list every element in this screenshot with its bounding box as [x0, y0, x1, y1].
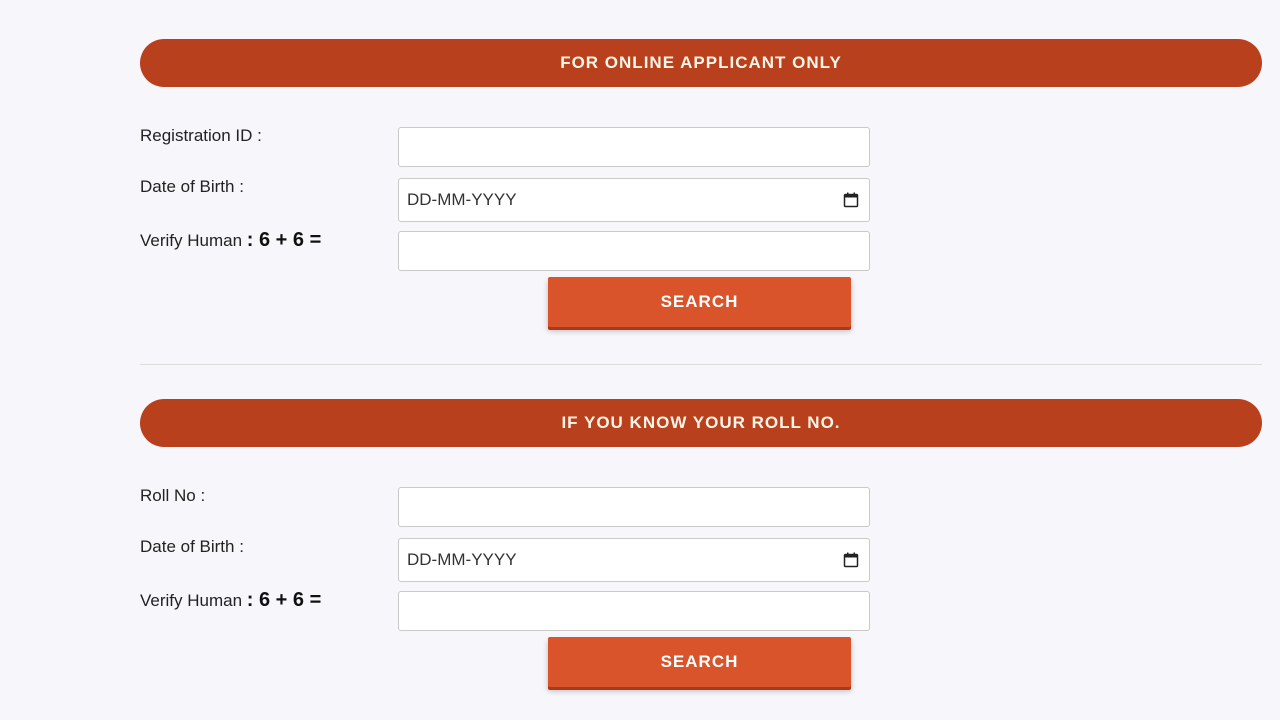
roll-no-label: Roll No : [140, 486, 206, 505]
dob-date-input[interactable]: DD-MM-YYYY [398, 178, 870, 222]
verify-human-input[interactable] [398, 591, 870, 631]
verify-human-label: Verify Human : 6 + 6 = [140, 589, 321, 612]
verify-human-text: Verify Human [140, 231, 243, 250]
search-button[interactable]: SEARCH [548, 637, 851, 687]
calendar-icon[interactable] [843, 192, 859, 208]
verify-human-label: Verify Human : 6 + 6 = [140, 229, 321, 252]
calendar-icon[interactable] [843, 552, 859, 568]
roll-no-input[interactable] [398, 487, 870, 527]
verify-human-text: Verify Human [140, 591, 243, 610]
captcha-question: : 6 + 6 = [246, 229, 322, 251]
dob-label: Date of Birth : [140, 177, 244, 196]
section-header-roll-no: IF YOU KNOW YOUR ROLL NO. [140, 399, 1262, 447]
dob-placeholder: DD-MM-YYYY [407, 190, 517, 209]
dob-placeholder: DD-MM-YYYY [407, 550, 517, 569]
section-divider [140, 364, 1262, 365]
registration-id-label: Registration ID : [140, 126, 262, 145]
captcha-question: : 6 + 6 = [246, 589, 322, 611]
dob-label: Date of Birth : [140, 537, 244, 556]
dob-date-input[interactable]: DD-MM-YYYY [398, 538, 870, 582]
section-header-online-applicant: FOR ONLINE APPLICANT ONLY [140, 39, 1262, 87]
verify-human-input[interactable] [398, 231, 870, 271]
registration-id-input[interactable] [398, 127, 870, 167]
search-button[interactable]: SEARCH [548, 277, 851, 327]
